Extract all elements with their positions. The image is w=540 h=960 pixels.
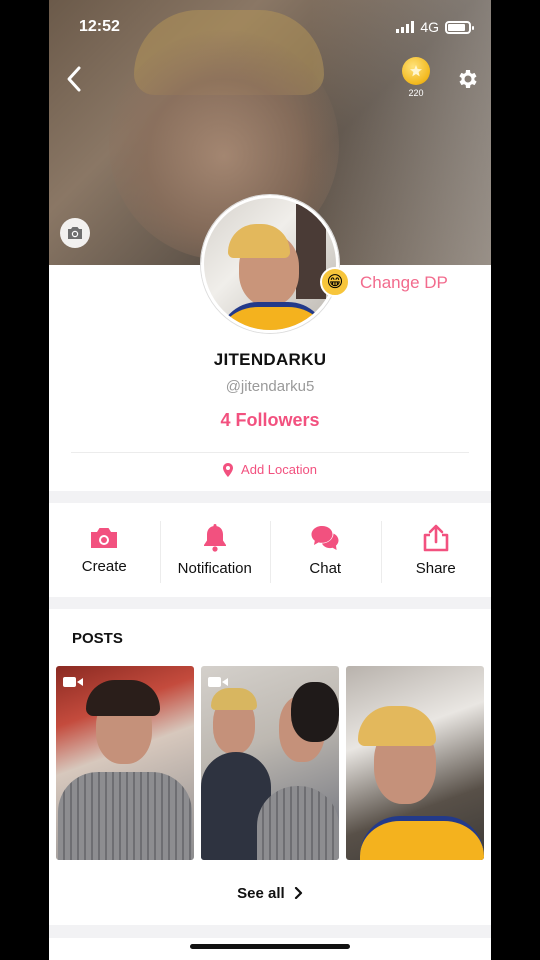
chat-icon bbox=[311, 525, 339, 550]
add-location-button[interactable]: Add Location bbox=[49, 462, 491, 477]
bottom-section bbox=[49, 938, 491, 960]
see-all-label: See all bbox=[237, 885, 285, 902]
action-bar: Create Notification Chat Share bbox=[49, 503, 491, 597]
profile-screen: 12:52 4G 220 😁 Change DP JITENDARKU @jit… bbox=[49, 0, 491, 960]
coin-icon[interactable] bbox=[402, 57, 430, 85]
change-dp-link[interactable]: Change DP bbox=[360, 273, 448, 293]
back-arrow-icon[interactable] bbox=[61, 62, 89, 96]
username: JITENDARKU bbox=[213, 350, 327, 369]
posts-section: POSTS See all bbox=[49, 609, 491, 925]
video-camera-icon bbox=[63, 677, 83, 687]
gear-icon[interactable] bbox=[455, 67, 479, 91]
grin-emoji-icon[interactable]: 😁 bbox=[320, 267, 350, 297]
change-cover-button[interactable] bbox=[60, 218, 90, 248]
create-label: Create bbox=[81, 557, 127, 575]
post-thumbnail[interactable] bbox=[56, 666, 194, 860]
battery-icon bbox=[445, 20, 474, 34]
notification-label: Notification bbox=[177, 559, 252, 577]
share-label: Share bbox=[415, 559, 456, 577]
chevron-right-icon bbox=[294, 886, 302, 900]
signal-icon bbox=[396, 21, 415, 33]
network-label: 4G bbox=[420, 19, 439, 35]
chat-label: Chat bbox=[309, 559, 342, 577]
status-time: 12:52 bbox=[79, 18, 120, 35]
followers-count[interactable]: 4 Followers bbox=[49, 410, 491, 431]
share-icon bbox=[423, 524, 449, 551]
chat-button[interactable]: Chat bbox=[270, 503, 381, 597]
divider bbox=[71, 452, 469, 453]
add-location-label: Add Location bbox=[241, 462, 317, 477]
notification-button[interactable]: Notification bbox=[159, 503, 271, 597]
posts-title: POSTS bbox=[72, 630, 123, 647]
post-thumbnail[interactable] bbox=[346, 666, 484, 860]
bell-icon bbox=[203, 523, 226, 552]
post-thumbnail[interactable] bbox=[201, 666, 339, 860]
create-button[interactable]: Create bbox=[49, 503, 160, 597]
user-handle: @jitendarku5 bbox=[225, 378, 315, 395]
share-button[interactable]: Share bbox=[380, 503, 492, 597]
status-bar: 12:52 4G bbox=[49, 16, 491, 40]
see-all-link[interactable]: See all bbox=[49, 885, 491, 902]
location-pin-icon bbox=[223, 462, 234, 477]
camera-icon bbox=[91, 527, 118, 548]
coin-count: 220 bbox=[408, 88, 424, 98]
camera-icon bbox=[68, 227, 82, 239]
home-indicator[interactable] bbox=[190, 944, 350, 949]
avatar[interactable] bbox=[201, 195, 339, 333]
video-camera-icon bbox=[208, 677, 228, 687]
